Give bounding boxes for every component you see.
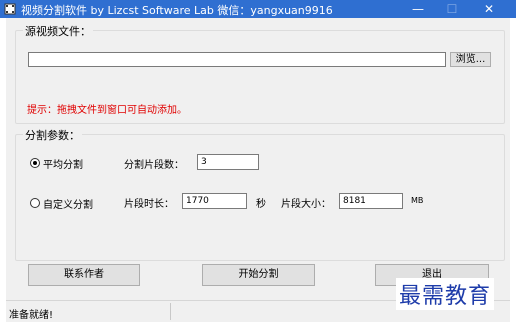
watermark-text: 最需教育 xyxy=(396,278,495,310)
segment-size-label: 片段大小： xyxy=(281,199,331,210)
custom-split-label[interactable]: 自定义分割 xyxy=(43,196,93,211)
status-text: 准备就绪! xyxy=(9,310,54,321)
window-title: 视频分割软件 by Lizcst Software Lab 微信：yangxua… xyxy=(21,4,333,17)
segment-size-input[interactable]: 8181 xyxy=(339,193,403,209)
drag-hint-text: 提示：拖拽文件到窗口可自动添加。 xyxy=(27,105,187,116)
duration-unit-label: 秒 xyxy=(256,199,266,210)
app-film-icon xyxy=(4,3,16,15)
custom-split-radio[interactable] xyxy=(30,198,40,208)
average-split-label[interactable]: 平均分割 xyxy=(43,156,83,171)
radio-selected-dot xyxy=(33,161,37,165)
title-bar: 视频分割软件 by Lizcst Software Lab 微信：yangxua… xyxy=(0,0,516,18)
source-group: 源视频文件： 浏览... 提示：拖拽文件到窗口可自动添加。 xyxy=(15,23,505,124)
segment-duration-label: 片段时长： xyxy=(124,199,174,210)
split-params-label: 分割参数： xyxy=(23,127,82,143)
status-bar-divider xyxy=(170,303,171,320)
source-group-label: 源视频文件： xyxy=(23,23,93,39)
maximize-button: ☐ xyxy=(446,2,458,16)
main-panel: 源视频文件： 浏览... 提示：拖拽文件到窗口可自动添加。 分割参数： 平均分割… xyxy=(6,18,510,300)
segment-duration-input[interactable]: 1770 xyxy=(182,193,247,209)
average-split-radio[interactable] xyxy=(30,158,40,168)
split-params-group: 分割参数： 平均分割 分割片段数： 3 自定义分割 片段时长： 1770 秒 片… xyxy=(15,127,505,261)
start-split-button[interactable]: 开始分割 xyxy=(202,264,315,286)
minimize-button[interactable]: — xyxy=(405,0,431,18)
source-file-input[interactable] xyxy=(28,52,446,67)
segments-count-label: 分割片段数： xyxy=(124,160,184,171)
contact-author-button[interactable]: 联系作者 xyxy=(28,264,140,286)
close-button[interactable]: ✕ xyxy=(476,0,502,18)
segments-count-input[interactable]: 3 xyxy=(197,154,259,170)
browse-button[interactable]: 浏览... xyxy=(450,52,491,67)
size-unit-label: MB xyxy=(411,196,424,205)
